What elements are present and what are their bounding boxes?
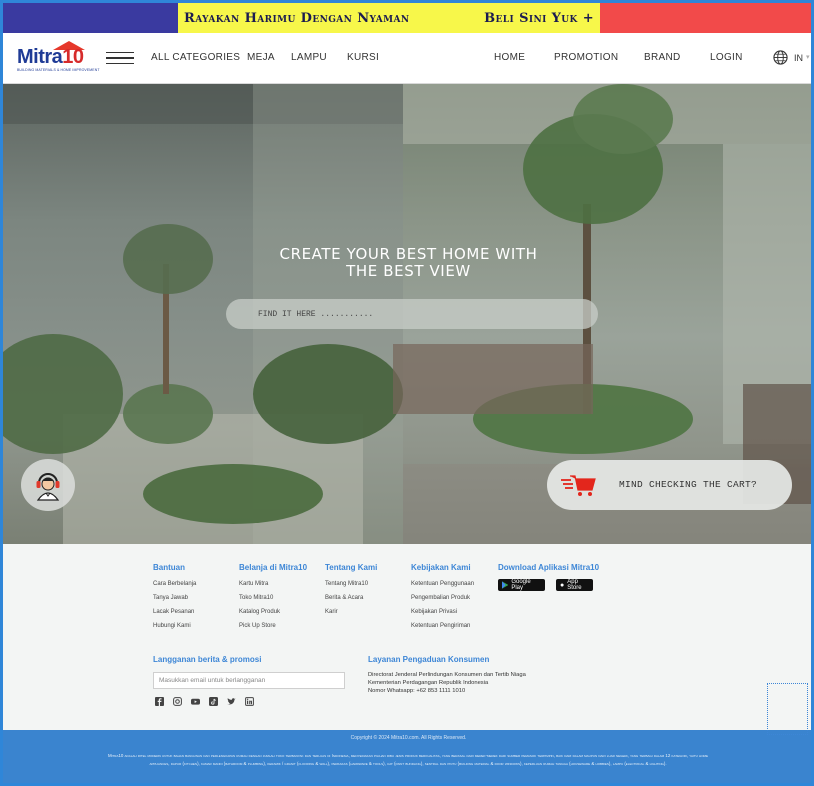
footer-link[interactable]: Kebijakan Privasi	[411, 609, 474, 615]
google-play-icon	[502, 581, 509, 589]
footer: Bantuan Cara Berbelanja Tanya Jawab Laca…	[3, 544, 814, 730]
youtube-icon[interactable]	[191, 697, 200, 706]
footer-link[interactable]: Tentang Mitra10	[325, 581, 377, 587]
tiktok-icon[interactable]	[209, 697, 218, 706]
nav-login[interactable]: LOGIN	[710, 52, 743, 63]
logo-tagline: BUILDING MATERIALS & HOME IMPROVEMENT	[17, 68, 100, 72]
app-store-button[interactable]: ● App Store	[556, 579, 593, 591]
nav-all-categories[interactable]: ALL CATEGORIES	[151, 52, 240, 63]
complaint-service-details: Directorat Jenderal Perlindungan Konsume…	[368, 672, 526, 694]
globe-icon[interactable]	[773, 50, 788, 65]
footer-link[interactable]: Karir	[325, 609, 377, 615]
footer-column-kebijakan: Kebijakan Kami Ketentuan Penggunaan Peng…	[411, 563, 474, 637]
shopping-cart-icon	[561, 475, 596, 496]
footer-link[interactable]: Pick Up Store	[239, 623, 307, 629]
apple-icon: ●	[560, 581, 565, 589]
footer-link[interactable]: Katalog Produk	[239, 609, 307, 615]
menu-hamburger-icon[interactable]	[106, 52, 134, 64]
chevron-down-icon[interactable]: ▾	[806, 53, 810, 61]
company-description: Mitra10 adalah ritel modern untuk bahan …	[107, 753, 709, 766]
footer-column-title: Kebijakan Kami	[411, 563, 471, 572]
nav-category-lampu[interactable]: LAMPU	[291, 52, 327, 63]
nav-category-kursi[interactable]: KURSI	[347, 52, 379, 63]
footer-column-title: Bantuan	[153, 563, 185, 572]
footer-column-bantuan: Bantuan Cara Berbelanja Tanya Jawab Laca…	[153, 563, 196, 637]
footer-link[interactable]: Cara Berbelanja	[153, 581, 196, 587]
copyright-text: Copyright © 2024 Mitra10.com. All Rights…	[350, 735, 467, 741]
footer-column-belanja: Belanja di Mitra10 Kartu Mitra Toko Mitr…	[239, 563, 307, 637]
instagram-icon[interactable]	[173, 697, 182, 706]
footer-bottom-bar: Copyright © 2024 Mitra10.com. All Rights…	[3, 730, 814, 786]
subscribe-email-input[interactable]	[153, 672, 345, 689]
google-play-button[interactable]: Google Play	[498, 579, 545, 591]
top-navigation: Mitra10 BUILDING MATERIALS & HOME IMPROV…	[3, 33, 814, 84]
promo-left-block	[3, 3, 178, 33]
promo-center-block: Rayakan Harimu Dengan Nyaman Beli Sini Y…	[178, 3, 600, 33]
promo-banner[interactable]: Rayakan Harimu Dengan Nyaman Beli Sini Y…	[3, 3, 814, 33]
promo-cta-text[interactable]: Beli Sini Yuk +	[484, 11, 594, 26]
cart-reminder-text: MIND CHECKING THE CART?	[619, 479, 758, 490]
customer-service-agent-icon	[36, 473, 60, 501]
footer-link[interactable]: Lacak Pesanan	[153, 609, 196, 615]
brand-logo[interactable]: Mitra10 BUILDING MATERIALS & HOME IMPROV…	[17, 41, 99, 75]
nav-promotion[interactable]: PROMOTION	[554, 52, 618, 63]
footer-link[interactable]: Hubungi Kami	[153, 623, 196, 629]
footer-column-title: Belanja di Mitra10	[239, 563, 308, 572]
hero-title: CREATE YOUR BEST HOME WITH THE BEST VIEW	[279, 245, 538, 280]
footer-link[interactable]: Ketentuan Pengiriman	[411, 623, 474, 629]
footer-column-tentang: Tentang Kami Tentang Mitra10 Berita & Ac…	[325, 563, 377, 623]
language-selector[interactable]: IN	[794, 53, 803, 63]
footer-link[interactable]: Tanya Jawab	[153, 595, 196, 601]
footer-link[interactable]: Pengembalian Produk	[411, 595, 474, 601]
social-links	[155, 697, 254, 706]
footer-column-title: Download Aplikasi Mitra10	[498, 563, 600, 572]
footer-link[interactable]: Berita & Acara	[325, 595, 377, 601]
promo-right-block	[600, 3, 814, 33]
complaint-service-title: Layanan Pengaduan Konsumen	[368, 655, 490, 664]
promo-left-text: Rayakan Harimu Dengan Nyaman	[184, 10, 410, 26]
logo-wordmark: Mitra10	[17, 46, 84, 68]
nav-category-meja[interactable]: MEJA	[247, 52, 275, 63]
footer-column-title: Tentang Kami	[325, 563, 378, 572]
footer-link[interactable]: Kartu Mitra	[239, 581, 307, 587]
floating-widget-placeholder[interactable]	[767, 683, 808, 735]
linkedin-icon[interactable]	[245, 697, 254, 706]
nav-brand[interactable]: BRAND	[644, 52, 681, 63]
facebook-icon[interactable]	[155, 697, 164, 706]
twitter-icon[interactable]	[227, 697, 236, 706]
customer-service-button[interactable]	[21, 459, 75, 511]
subscribe-title: Langganan berita & promosi	[153, 655, 262, 664]
footer-link[interactable]: Ketentuan Penggunaan	[411, 581, 474, 587]
hero-search-input[interactable]	[226, 299, 598, 329]
cart-reminder-button[interactable]: MIND CHECKING THE CART?	[547, 460, 792, 510]
nav-home[interactable]: HOME	[494, 52, 525, 63]
hero-banner: CREATE YOUR BEST HOME WITH THE BEST VIEW…	[3, 84, 814, 544]
footer-link[interactable]: Toko Mitra10	[239, 595, 307, 601]
